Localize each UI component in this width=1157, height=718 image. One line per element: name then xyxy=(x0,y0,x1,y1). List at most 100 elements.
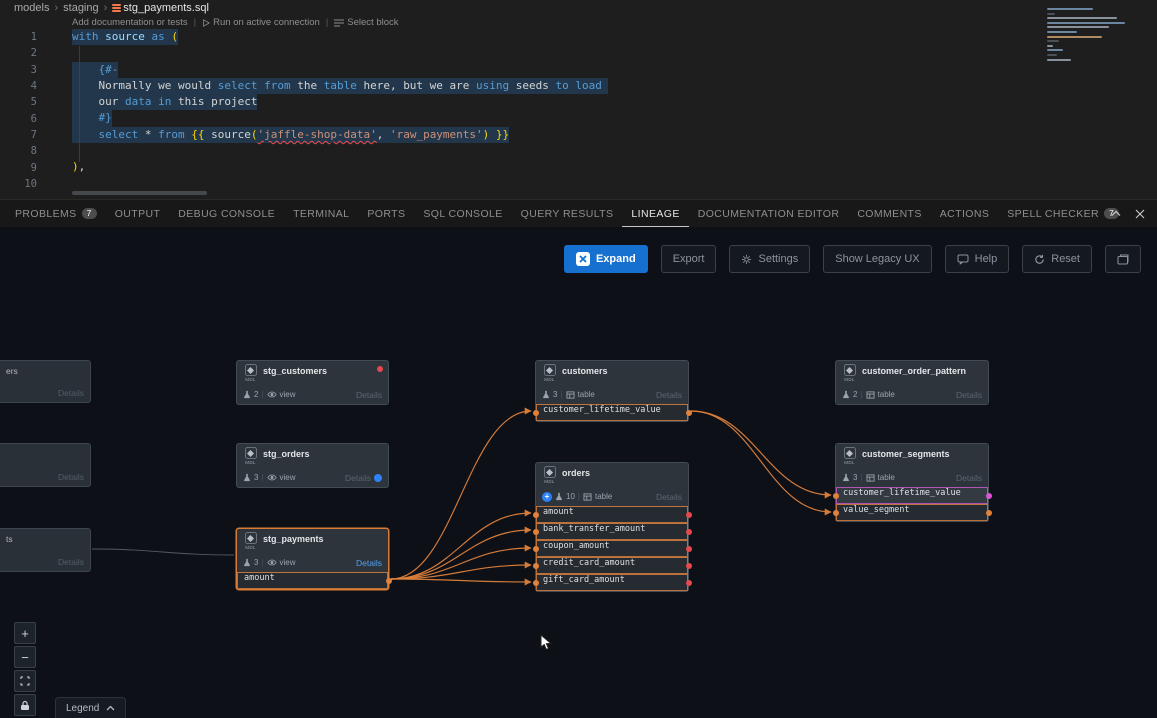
legend-toggle[interactable]: Legend xyxy=(55,697,126,718)
column-customer_lifetime_value[interactable]: customer_lifetime_value xyxy=(836,487,988,504)
code-area[interactable]: 1with source as (23 {#-4 Normally we wou… xyxy=(0,29,1157,192)
lineage-node-stg_orders[interactable]: MDLstg_orders3|viewDetails xyxy=(236,443,389,488)
horizontal-scrollbar[interactable] xyxy=(72,191,207,195)
code-line-content[interactable]: Normally we would select from the table … xyxy=(72,78,602,94)
lineage-node-partial-0[interactable]: ersDetails xyxy=(0,360,91,403)
code-line-content[interactable]: #} xyxy=(72,110,112,126)
table-icon xyxy=(866,391,875,399)
tab-ports[interactable]: PORTS xyxy=(358,200,414,227)
tab-actions[interactable]: ACTIONS xyxy=(931,200,998,227)
tab-terminal[interactable]: TERMINAL xyxy=(284,200,358,227)
lineage-node-stg_payments[interactable]: MDLstg_payments3|viewDetailsamount xyxy=(236,528,389,590)
details-link[interactable]: Details xyxy=(956,473,982,483)
lineage-node-partial-2[interactable]: tsDetails xyxy=(0,528,91,572)
expand-button[interactable]: Expand xyxy=(564,245,648,273)
panel-close-icon[interactable] xyxy=(1135,209,1145,219)
details-link[interactable]: Details xyxy=(656,390,682,400)
details-link[interactable]: Details xyxy=(58,472,84,482)
column-amount[interactable]: amount xyxy=(536,506,688,523)
node-kind: MDL xyxy=(842,364,857,382)
node-header: MDLstg_customers xyxy=(237,361,388,385)
column-port-right xyxy=(986,493,992,499)
codelens-label: Run on active connection xyxy=(213,17,320,28)
code-token: source xyxy=(211,128,251,141)
code-line-content[interactable]: ), xyxy=(72,159,85,175)
lineage-node-stg_customers[interactable]: MDLstg_customers2|viewDetails xyxy=(236,360,389,405)
line-number: 7 xyxy=(0,129,37,141)
settings-button[interactable]: Settings xyxy=(729,245,810,273)
code-line-content[interactable]: with source as ( xyxy=(72,29,178,45)
lineage-node-orders[interactable]: MDLorders+10|tableDetailsamountbank_tran… xyxy=(535,462,689,592)
lineage-edge xyxy=(391,411,531,579)
zoom-out-button[interactable]: − xyxy=(14,646,36,668)
tab-spell-checker[interactable]: SPELL CHECKER7 xyxy=(998,200,1128,227)
lineage-node-customers[interactable]: MDLcustomers3|tableDetailscustomer_lifet… xyxy=(535,360,689,422)
code-line-content[interactable]: select * from {{ source('jaffle-shop-dat… xyxy=(72,127,509,143)
code-token: from xyxy=(264,79,297,92)
tab-debug-console[interactable]: DEBUG CONSOLE xyxy=(169,200,284,227)
line-number: 4 xyxy=(0,80,37,92)
column-port-left xyxy=(833,510,839,516)
fit-view-button[interactable] xyxy=(14,670,36,692)
tab-problems[interactable]: PROBLEMS7 xyxy=(6,200,106,227)
lineage-node-partial-1[interactable]: Details xyxy=(0,443,91,487)
lineage-edge xyxy=(691,411,831,512)
details-link[interactable]: Details xyxy=(356,390,382,400)
node-meta-row: 3|tableDetails xyxy=(836,468,988,487)
model-icon xyxy=(245,447,257,459)
tab-lineage[interactable]: LINEAGE xyxy=(622,200,688,227)
panel-maximize-icon[interactable] xyxy=(1111,210,1121,217)
button-label: Export xyxy=(673,253,705,265)
tab-sql-console[interactable]: SQL CONSOLE xyxy=(414,200,511,227)
lineage-node-customer_order_pattern[interactable]: MDLcustomer_order_pattern2|tableDetails xyxy=(835,360,989,405)
code-token: the xyxy=(297,79,324,92)
lock-button[interactable] xyxy=(14,694,36,716)
column-gift_card_amount[interactable]: gift_card_amount xyxy=(536,574,688,591)
code-line: 9), xyxy=(0,159,1157,175)
codelens-link[interactable]: Add documentation or tests xyxy=(72,17,188,28)
node-columns: amount bank_transfer_amountcoupon_amountc… xyxy=(536,506,688,591)
column-coupon_amount[interactable]: coupon_amount xyxy=(536,540,688,557)
column-customer_lifetime_value[interactable]: customer_lifetime_value xyxy=(536,404,688,421)
codelens-link[interactable]: Select block xyxy=(334,17,398,28)
tab-output[interactable]: OUTPUT xyxy=(106,200,170,227)
details-link[interactable]: Details xyxy=(345,473,371,483)
column-amount[interactable]: amount xyxy=(237,572,388,589)
column-credit_card_amount[interactable]: credit_card_amount xyxy=(536,557,688,574)
breadcrumb-item[interactable]: staging xyxy=(63,2,98,14)
code-line-content[interactable]: {#- xyxy=(72,62,118,78)
tab-query-results[interactable]: QUERY RESULTS xyxy=(512,200,623,227)
column-bank_transfer_amount[interactable]: bank_transfer_amount xyxy=(536,523,688,540)
column-name: amount xyxy=(543,507,574,517)
node-kind-label: MDL xyxy=(245,377,255,382)
model-icon xyxy=(544,364,556,376)
show-legacy-ux-button[interactable]: Show Legacy UX xyxy=(823,245,931,273)
details-link[interactable]: Details xyxy=(656,492,682,502)
code-token: {{ xyxy=(191,128,211,141)
node-meta-row: 2|tableDetails xyxy=(836,385,988,404)
code-line-content[interactable]: our data in this project xyxy=(72,94,257,110)
minimap[interactable] xyxy=(1047,8,1147,63)
export-button[interactable]: Export xyxy=(661,245,717,273)
details-link[interactable]: Details xyxy=(58,557,84,567)
zoom-in-button[interactable]: + xyxy=(14,622,36,644)
codelens-bar: Add documentation or tests|Run on active… xyxy=(72,16,1157,29)
tab-documentation-editor[interactable]: DOCUMENTATION EDITOR xyxy=(689,200,849,227)
lineage-edge xyxy=(691,411,831,495)
breadcrumb-item[interactable]: stg_payments.sql xyxy=(112,2,209,14)
reset-button[interactable]: Reset xyxy=(1022,245,1092,273)
help-button[interactable]: Help xyxy=(945,245,1010,273)
expand-columns-button[interactable]: + xyxy=(542,492,552,502)
lineage-node-customer_segments[interactable]: MDLcustomer_segments3|tableDetailscustom… xyxy=(835,443,989,522)
breadcrumb-item[interactable]: models xyxy=(14,2,49,14)
details-link[interactable]: Details xyxy=(58,388,84,398)
details-link[interactable]: Details xyxy=(356,558,382,568)
tab-comments[interactable]: COMMENTS xyxy=(848,200,930,227)
column-value_segment[interactable]: value_segment xyxy=(836,504,988,521)
code-token: #} xyxy=(99,111,112,124)
divider: | xyxy=(261,390,263,399)
details-link[interactable]: Details xyxy=(956,390,982,400)
tests-icon xyxy=(842,473,850,482)
codelens-link[interactable]: Run on active connection xyxy=(202,17,320,28)
open-window-icon-button[interactable] xyxy=(1105,245,1141,273)
